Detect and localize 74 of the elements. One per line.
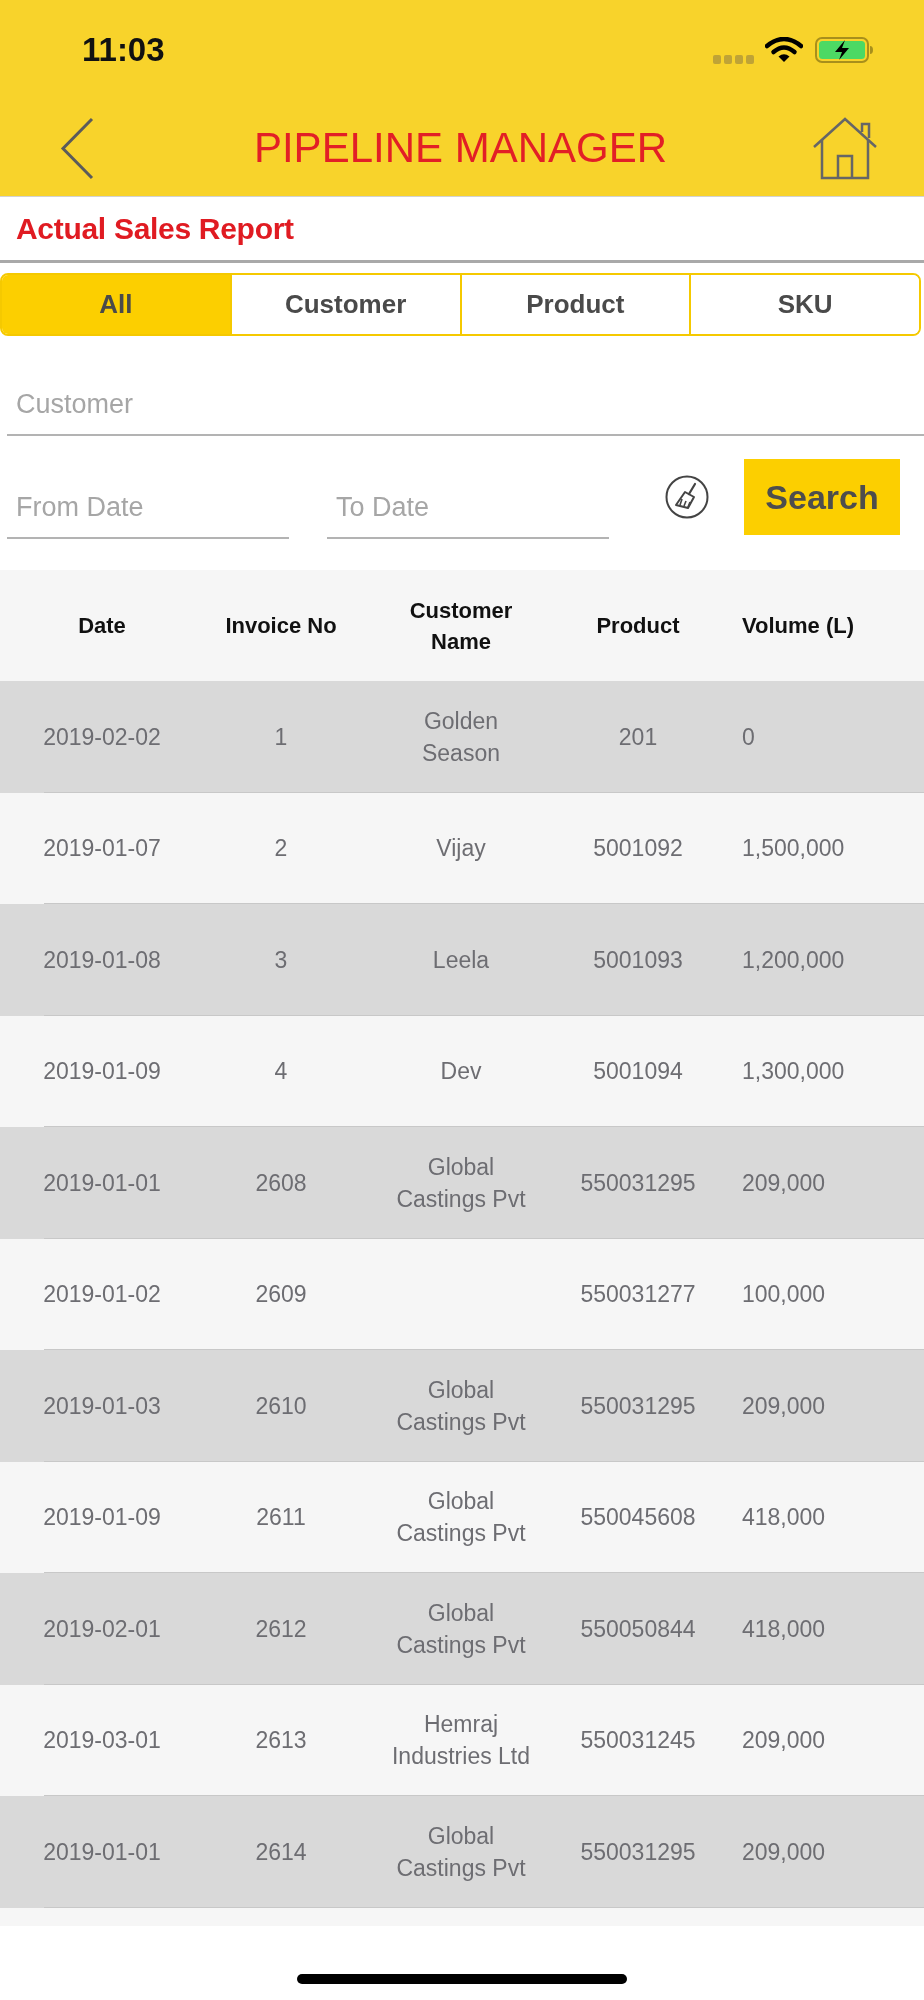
column-header: Customer Name [408,596,514,656]
table-cell-text: 550031295 [580,1168,696,1198]
cellular-signal-icon [713,54,754,64]
column-header: Volume (L) [742,612,855,640]
table-cell-text: Global Castings Pvt [395,1821,527,1883]
table-cell-text: 2608 [255,1168,307,1198]
table-cell-text: 2019-02-01 [43,1614,161,1644]
back-icon[interactable] [60,116,94,180]
filter-tab[interactable]: SKU [689,275,919,334]
table-cell-text: Global Castings Pvt [395,1375,527,1437]
table-cell-text: 2610 [255,1391,307,1421]
table-cell-text: 2613 [255,1726,307,1756]
table-cell-text: 2 [274,834,288,864]
table-cell-text: 550031245 [580,1726,696,1756]
table-cell-text: 1 [274,722,288,752]
table-cell-text: Global Castings Pvt [395,1598,527,1660]
table-cell-text: Global Castings Pvt [395,1152,527,1214]
table-cell-text: 1,500,000 [742,834,845,864]
table-cell-text: Global Castings Pvt [395,1487,527,1549]
table-cell-text: 2019-03-01 [43,1726,161,1756]
customer-field[interactable]: Customer [7,380,924,436]
table-cell-text: 209,000 [742,1837,826,1867]
table-cell-text: 550031277 [580,1280,696,1310]
column-header: Product [596,612,680,640]
table-cell-text: Leela [432,945,490,975]
table-cell-text: Hemraj Industries Ltd [390,1710,532,1772]
table-cell-text: 4 [274,1057,288,1087]
table-cell-text: 2019-01-09 [43,1503,161,1533]
table-cell-text: Vijay [436,834,486,864]
table-cell-text: 1,300,000 [742,1057,845,1087]
to-date-field[interactable]: To Date [327,483,609,539]
table-cell-text: 2614 [255,1837,307,1867]
from-date-field[interactable]: From Date [7,483,289,539]
table-cell-text: Dev [440,1057,482,1087]
report-title: Actual Sales Report [16,211,294,246]
broom-icon[interactable] [665,475,709,519]
battery-icon [815,37,874,63]
table-cell-text: 5001093 [593,945,683,975]
wifi-icon [765,37,803,63]
table-cell-text: 550050844 [580,1614,696,1644]
table-cell-text: 100,000 [742,1280,826,1310]
table-cell-text: 5001092 [593,834,683,864]
table-cell-text: 2019-01-08 [43,945,161,975]
table-cell-text: 209,000 [742,1391,826,1421]
table-cell-text: 550045608 [580,1503,696,1533]
table-cell-text: 2611 [256,1503,306,1533]
table-cell-text: 201 [618,722,658,752]
home-icon[interactable] [812,116,878,180]
table-cell-text: 5001094 [593,1057,683,1087]
filter-tab[interactable]: All [2,275,230,334]
table-cell-text: 2609 [255,1280,307,1310]
table-cell-text: 2019-02-02 [43,722,161,752]
table-cell-text: 2019-01-07 [43,834,161,864]
table-cell-text: 550031295 [580,1391,696,1421]
table-cell-text: 209,000 [742,1726,826,1756]
table-cell-text: 2019-01-03 [43,1391,161,1421]
status-time: 11:03 [82,31,165,69]
table-cell-text: Golden Season [421,706,501,768]
column-header: Date [78,612,126,640]
table-cell-text: 0 [742,722,755,752]
column-header: Invoice No [225,612,337,640]
table-cell-text: 2019-01-01 [43,1168,161,1198]
table-cell-text: 550031295 [580,1837,696,1867]
table-cell-text: 1,200,000 [742,945,845,975]
table-cell-text: 2019-01-01 [43,1837,161,1867]
table-cell-text: 418,000 [742,1503,826,1533]
table-cell-text: 2019-01-02 [43,1280,161,1310]
table-cell-text: 2612 [255,1614,307,1644]
search-button[interactable]: Search [744,459,900,535]
table-cell-text: 209,000 [742,1168,826,1198]
table-cell-text: 3 [274,945,288,975]
table-cell-text: 2019-01-09 [43,1057,161,1087]
app-title: PIPELINE MANAGER [253,124,668,172]
table-cell-text: 418,000 [742,1614,826,1644]
